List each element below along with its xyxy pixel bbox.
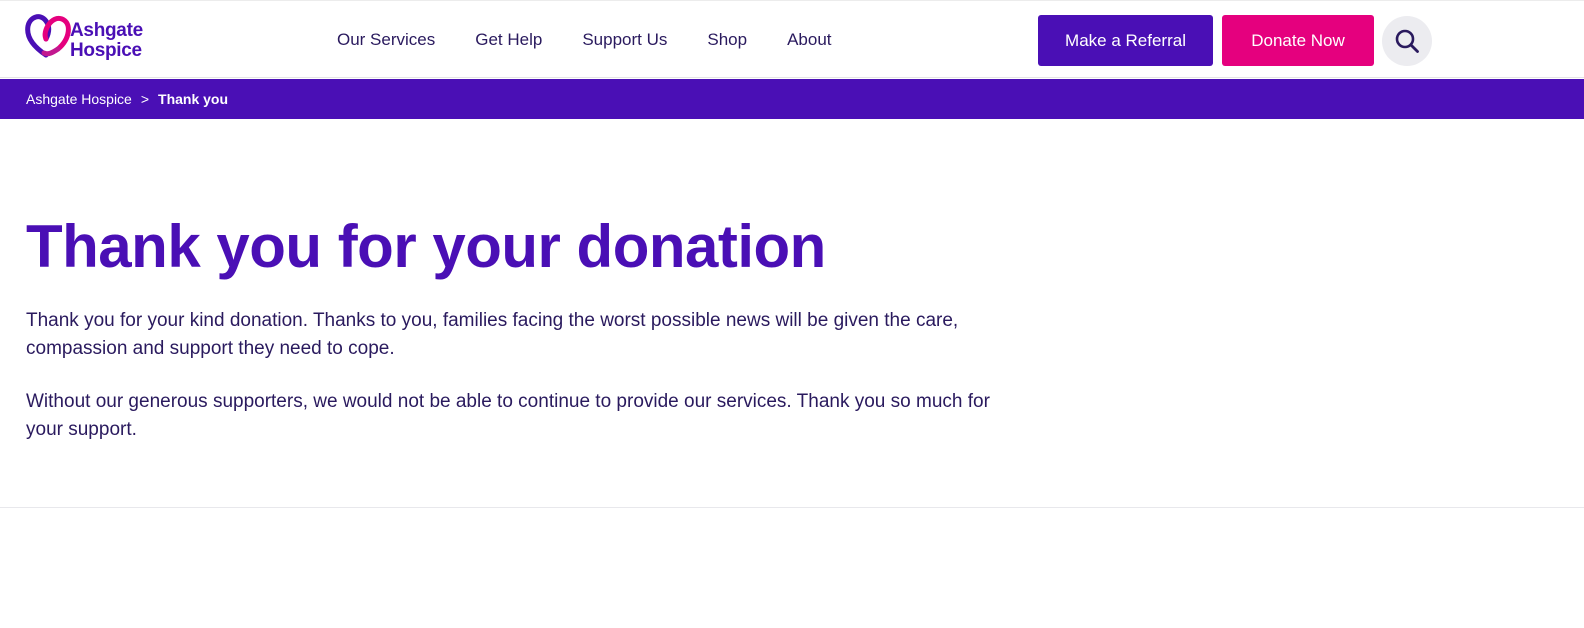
logo-line-2: Hospice bbox=[70, 40, 142, 61]
nav-our-services[interactable]: Our Services bbox=[337, 30, 435, 50]
page-title: Thank you for your donation bbox=[26, 213, 826, 280]
breadcrumb: Ashgate Hospice > Thank you bbox=[0, 79, 1584, 119]
nav-support-us[interactable]: Support Us bbox=[582, 30, 667, 50]
search-icon bbox=[1395, 29, 1419, 53]
logo-line-1: Ashgate bbox=[70, 20, 143, 41]
nav-get-help[interactable]: Get Help bbox=[475, 30, 542, 50]
section-divider bbox=[0, 507, 1584, 508]
body-paragraph-1: Thank you for your kind donation. Thanks… bbox=[26, 310, 959, 359]
site-header: Ashgate Hospice Our Services Get Help Su… bbox=[0, 0, 1584, 78]
page: Ashgate Hospice Our Services Get Help Su… bbox=[0, 0, 1584, 628]
body-paragraph-2: Without our generous supporters, we woul… bbox=[26, 391, 990, 440]
logo[interactable]: Ashgate Hospice bbox=[24, 9, 174, 65]
nav-about[interactable]: About bbox=[787, 30, 831, 50]
search-button[interactable] bbox=[1382, 16, 1432, 66]
main-nav: Our Services Get Help Support Us Shop Ab… bbox=[337, 1, 832, 79]
breadcrumb-separator: > bbox=[140, 91, 150, 107]
donate-now-button[interactable]: Donate Now bbox=[1222, 15, 1374, 66]
breadcrumb-current: Thank you bbox=[158, 91, 229, 107]
make-a-referral-button[interactable]: Make a Referral bbox=[1038, 15, 1213, 66]
nav-shop[interactable]: Shop bbox=[707, 30, 747, 50]
breadcrumb-home-link[interactable]: Ashgate Hospice bbox=[26, 91, 132, 107]
logo-text: Ashgate Hospice bbox=[70, 21, 143, 61]
heart-logo-icon bbox=[25, 14, 71, 58]
